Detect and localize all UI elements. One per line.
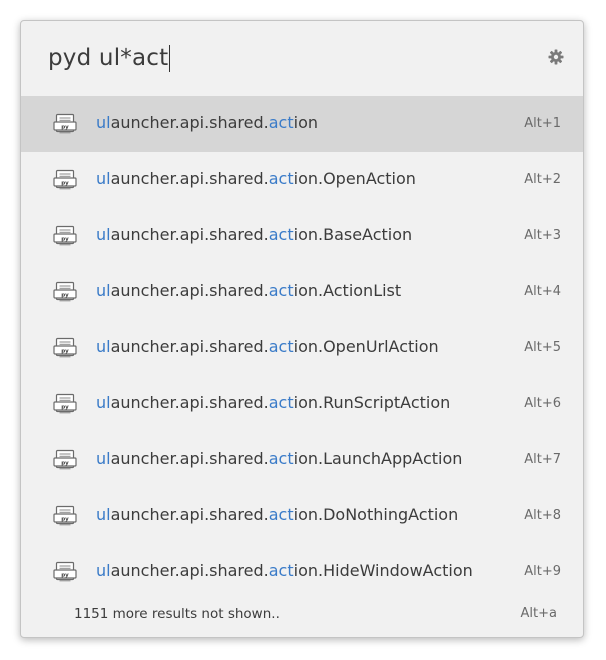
match-highlight: ul: [96, 505, 111, 524]
result-shortcut: Alt+6: [524, 396, 561, 411]
match-highlight: ul: [96, 113, 111, 132]
match-highlight: ul: [96, 393, 111, 412]
svg-text:py: py: [61, 292, 69, 298]
result-name: ulauncher.api.shared.action.OpenUrlActio…: [96, 337, 439, 356]
result-shortcut: Alt+1: [524, 116, 561, 131]
name-part: auncher.api.shared.: [110, 337, 269, 356]
result-name: ulauncher.api.shared.action.BaseAction: [96, 225, 412, 244]
match-highlight: act: [268, 337, 294, 356]
match-highlight: ul: [96, 169, 111, 188]
python-file-icon: py: [53, 505, 79, 527]
name-part: auncher.api.shared.: [110, 561, 269, 580]
text-caret: [169, 44, 171, 72]
match-highlight: act: [268, 393, 294, 412]
result-name: ulauncher.api.shared.action.HideWindowAc…: [96, 561, 473, 580]
result-name: ulauncher.api.shared.action.DoNothingAct…: [96, 505, 458, 524]
svg-text:py: py: [61, 516, 69, 522]
result-name: ulauncher.api.shared.action.RunScriptAct…: [96, 393, 450, 412]
result-name: ulauncher.api.shared.action.LaunchAppAct…: [96, 449, 462, 468]
more-results-shortcut: Alt+a: [520, 606, 557, 621]
python-file-icon: py: [53, 169, 79, 191]
match-highlight: ul: [96, 337, 111, 356]
svg-text:py: py: [61, 348, 69, 354]
name-part: auncher.api.shared.: [110, 393, 269, 412]
name-part: ion.OpenAction: [293, 169, 416, 188]
result-item[interactable]: py ulauncher.api.shared.action.DoNothing…: [21, 488, 583, 544]
match-highlight: act: [268, 505, 294, 524]
name-part: ion.RunScriptAction: [293, 393, 451, 412]
match-highlight: ul: [96, 449, 111, 468]
svg-text:py: py: [61, 572, 69, 578]
query-bar: pyd ul*act: [21, 21, 583, 95]
name-part: ion.DoNothingAction: [293, 505, 459, 524]
result-name: ulauncher.api.shared.action.OpenAction: [96, 169, 416, 188]
result-shortcut: Alt+9: [524, 564, 561, 579]
result-item[interactable]: py ulauncher.api.shared.action.LaunchApp…: [21, 432, 583, 488]
name-part: ion.ActionList: [293, 281, 402, 300]
python-file-icon: py: [53, 337, 79, 359]
result-item[interactable]: py ulauncher.api.shared.action.OpenUrlAc…: [21, 320, 583, 376]
result-shortcut: Alt+3: [524, 228, 561, 243]
more-results-text[interactable]: 1151 more results not shown..: [74, 606, 280, 622]
name-part: auncher.api.shared.: [110, 449, 269, 468]
name-part: ion: [293, 113, 318, 132]
svg-text:py: py: [61, 460, 69, 466]
python-file-icon: py: [53, 281, 79, 303]
match-highlight: act: [268, 169, 294, 188]
launcher-window: pyd ul*act py ulauncher.api.shared.actio…: [20, 20, 584, 638]
match-highlight: act: [268, 449, 294, 468]
name-part: auncher.api.shared.: [110, 169, 269, 188]
result-name: ulauncher.api.shared.action: [96, 113, 318, 132]
svg-text:py: py: [61, 236, 69, 242]
query-text: pyd ul*act: [48, 45, 169, 71]
python-file-icon: py: [53, 225, 79, 247]
result-item[interactable]: py ulauncher.api.shared.action.RunScript…: [21, 376, 583, 432]
name-part: auncher.api.shared.: [110, 225, 269, 244]
result-shortcut: Alt+7: [524, 452, 561, 467]
svg-text:py: py: [61, 404, 69, 410]
python-file-icon: py: [53, 393, 79, 415]
result-name: ulauncher.api.shared.action.ActionList: [96, 281, 401, 300]
name-part: auncher.api.shared.: [110, 113, 269, 132]
gear-icon[interactable]: [547, 48, 565, 66]
match-highlight: ul: [96, 225, 111, 244]
query-input[interactable]: pyd ul*act: [48, 43, 171, 73]
result-shortcut: Alt+4: [524, 284, 561, 299]
result-item[interactable]: py ulauncher.api.shared.action.ActionLis…: [21, 264, 583, 320]
results-list: py ulauncher.api.shared.action Alt+1 py …: [21, 96, 583, 600]
name-part: auncher.api.shared.: [110, 281, 269, 300]
svg-text:py: py: [61, 180, 69, 186]
name-part: ion.BaseAction: [293, 225, 413, 244]
result-item[interactable]: py ulauncher.api.shared.action.OpenActio…: [21, 152, 583, 208]
match-highlight: ul: [96, 561, 111, 580]
name-part: auncher.api.shared.: [110, 505, 269, 524]
name-part: ion.LaunchAppAction: [293, 449, 463, 468]
svg-text:py: py: [61, 124, 69, 130]
match-highlight: act: [268, 561, 294, 580]
result-item[interactable]: py ulauncher.api.shared.action Alt+1: [21, 96, 583, 152]
result-shortcut: Alt+2: [524, 172, 561, 187]
result-item[interactable]: py ulauncher.api.shared.action.HideWindo…: [21, 544, 583, 600]
python-file-icon: py: [53, 113, 79, 135]
match-highlight: act: [268, 113, 294, 132]
match-highlight: act: [268, 281, 294, 300]
match-highlight: ul: [96, 281, 111, 300]
python-file-icon: py: [53, 449, 79, 471]
result-item[interactable]: py ulauncher.api.shared.action.BaseActio…: [21, 208, 583, 264]
name-part: ion.OpenUrlAction: [293, 337, 439, 356]
more-results-footer: 1151 more results not shown.. Alt+a: [21, 600, 583, 630]
match-highlight: act: [268, 225, 294, 244]
result-shortcut: Alt+8: [524, 508, 561, 523]
name-part: ion.HideWindowAction: [293, 561, 473, 580]
python-file-icon: py: [53, 561, 79, 583]
result-shortcut: Alt+5: [524, 340, 561, 355]
